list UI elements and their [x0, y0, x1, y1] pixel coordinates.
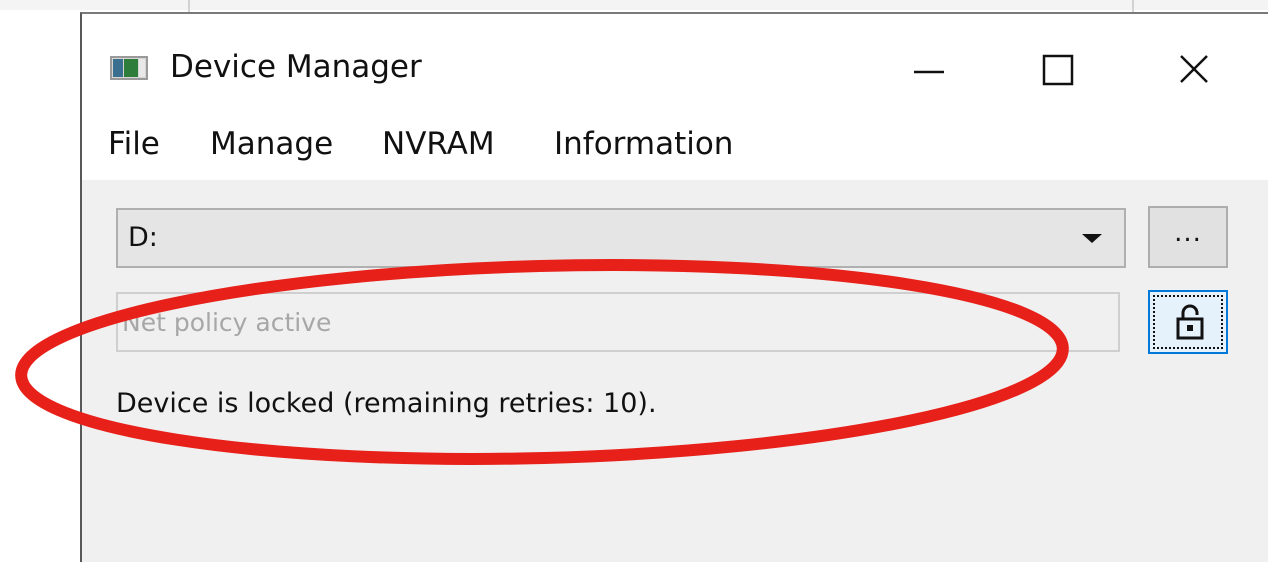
- browse-button[interactable]: ...: [1148, 206, 1228, 268]
- unlock-button[interactable]: [1148, 290, 1228, 354]
- device-select[interactable]: D:: [116, 208, 1126, 268]
- client-area: D: ... Device is locked (remaining retri…: [82, 180, 1268, 562]
- title-bar[interactable]: Device Manager: [82, 14, 1268, 114]
- menu-file[interactable]: File: [108, 126, 160, 162]
- menu-manage[interactable]: Manage: [210, 126, 333, 162]
- unlock-icon: [1176, 304, 1204, 340]
- maximize-icon[interactable]: [1022, 42, 1092, 102]
- screenshot-stage: Device Manager File Manage NVRAM Informa…: [0, 0, 1268, 562]
- lock-status-message: Device is locked (remaining retries: 10)…: [116, 388, 657, 419]
- menu-information[interactable]: Information: [554, 126, 733, 162]
- background-divider: [1132, 0, 1134, 12]
- device-manager-window: Device Manager File Manage NVRAM Informa…: [80, 12, 1268, 562]
- window-title: Device Manager: [170, 49, 422, 85]
- password-input[interactable]: [118, 294, 1118, 350]
- minimize-icon[interactable]: [894, 42, 964, 102]
- menu-bar: File Manage NVRAM Information: [82, 114, 1268, 180]
- close-icon[interactable]: [1160, 42, 1230, 102]
- menu-nvram[interactable]: NVRAM: [382, 126, 495, 162]
- device-manager-app-icon: [110, 56, 148, 80]
- chevron-down-icon[interactable]: [1082, 234, 1102, 243]
- background-divider: [188, 0, 190, 12]
- password-field[interactable]: [116, 292, 1120, 352]
- device-select-value: D:: [128, 222, 158, 253]
- background-window-edge: [0, 0, 1268, 10]
